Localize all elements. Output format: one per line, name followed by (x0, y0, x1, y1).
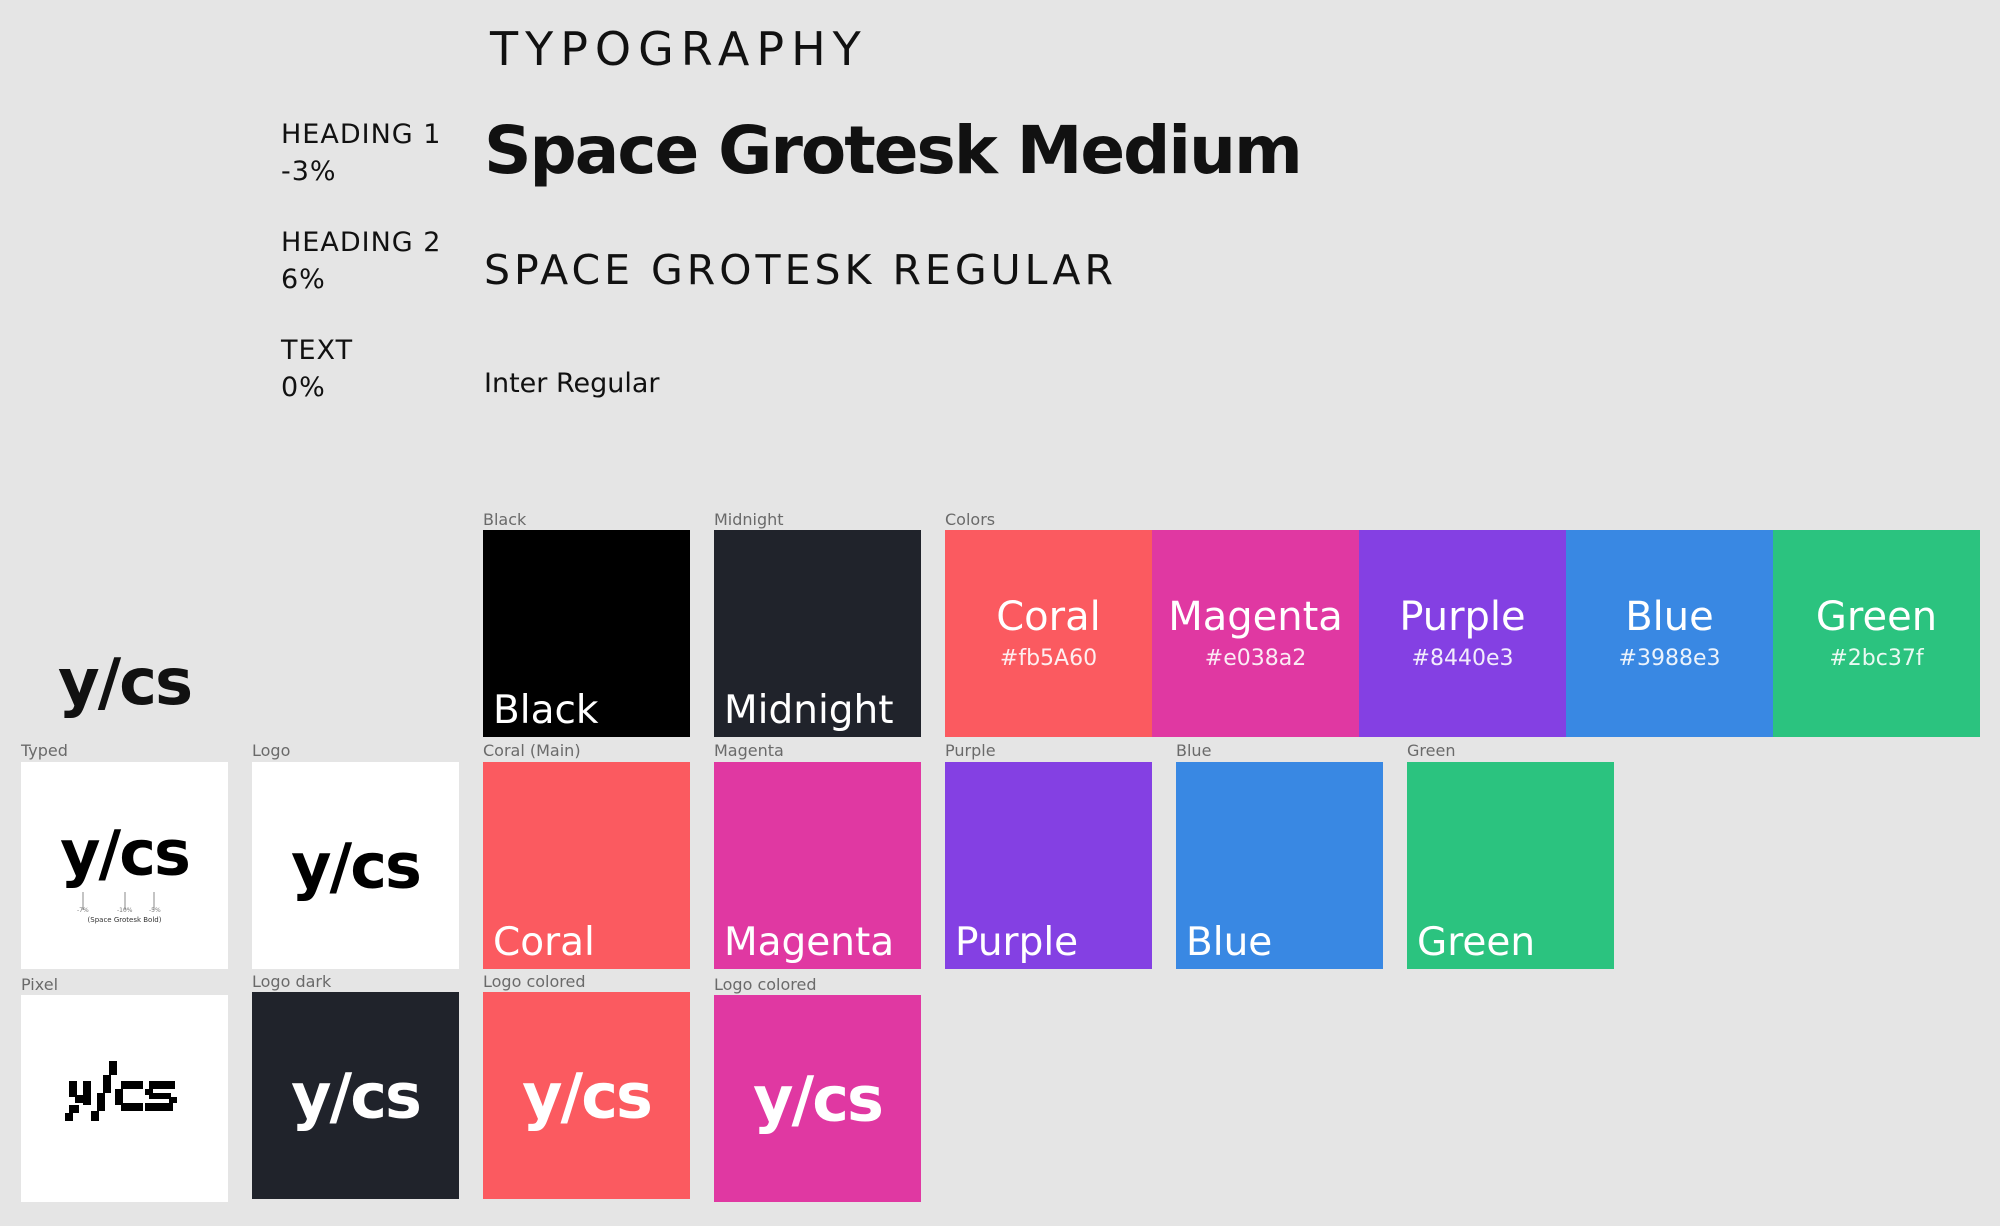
logo-colored-caption-2: Logo colored (714, 975, 817, 994)
logo-card: y/cs (252, 762, 459, 969)
heading-2-label: HEADING 2 6% (281, 227, 442, 295)
coral-caption: Coral (Main) (483, 741, 581, 760)
logo-dark-wordmark: y/cs (291, 1059, 422, 1132)
strip-blue: Blue #3988e3 (1566, 530, 1773, 737)
logo-colored-coral-wordmark: y/cs (522, 1059, 653, 1132)
coral-swatch: Coral (483, 762, 690, 969)
strip-magenta: Magenta #e038a2 (1152, 530, 1359, 737)
midnight-swatch: Midnight (714, 530, 921, 737)
black-swatch-label: Black (493, 688, 599, 733)
logo-colored-caption-1: Logo colored (483, 972, 586, 991)
logo-dark-card: y/cs (252, 992, 459, 1199)
typed-tick-3: -5% (149, 907, 161, 914)
strip-coral: Coral #fb5A60 (945, 530, 1152, 737)
logo-colored-coral-card: y/cs (483, 992, 690, 1199)
strip-green: Green #2bc37f (1773, 530, 1980, 737)
logo-wordmark: y/cs (291, 829, 422, 902)
text-sample: Inter Regular (484, 368, 660, 399)
strip-coral-hex: #fb5A60 (999, 646, 1098, 671)
green-caption: Green (1407, 741, 1456, 760)
logo-colored-magenta-wordmark: y/cs (753, 1062, 884, 1135)
typography-title: TYPOGRAPHY (490, 22, 868, 76)
logo-colored-magenta-card: y/cs (714, 995, 921, 1202)
magenta-caption: Magenta (714, 741, 784, 760)
purple-caption: Purple (945, 741, 996, 760)
strip-coral-name: Coral (996, 594, 1101, 640)
purple-swatch: Purple (945, 762, 1152, 969)
typed-caption: Typed (21, 741, 68, 760)
logo-caption: Logo (252, 741, 291, 760)
strip-magenta-hex: #e038a2 (1204, 646, 1307, 671)
typed-font-note: (Space Grotesk Bold) (87, 916, 162, 924)
typed-logo-card: y/cs -7% -10% -5% (Space Grotesk Bold) (21, 762, 228, 969)
blue-caption: Blue (1176, 741, 1212, 760)
strip-purple-hex: #8440e3 (1411, 646, 1514, 671)
heading-1-label: HEADING 1 -3% (281, 119, 442, 187)
midnight-swatch-label: Midnight (724, 688, 894, 733)
heading-2-sample: SPACE GROTESK REGULAR (484, 246, 1117, 294)
black-swatch: Black (483, 530, 690, 737)
text-label: TEXT 0% (281, 335, 354, 403)
pixel-logo-card (21, 995, 228, 1202)
typed-measure-lines (82, 892, 155, 910)
blue-swatch-label: Blue (1186, 920, 1273, 965)
blue-swatch: Blue (1176, 762, 1383, 969)
purple-swatch-label: Purple (955, 920, 1079, 965)
strip-blue-name: Blue (1625, 594, 1714, 640)
strip-green-name: Green (1815, 594, 1938, 640)
heading-1-sample: Space Grotesk Medium (484, 112, 1303, 189)
strip-purple: Purple #8440e3 (1359, 530, 1566, 737)
green-swatch-label: Green (1417, 920, 1536, 965)
strip-green-hex: #2bc37f (1829, 646, 1924, 671)
coral-swatch-label: Coral (493, 920, 595, 965)
magenta-swatch-label: Magenta (724, 920, 895, 965)
pixel-caption: Pixel (21, 975, 59, 994)
strip-blue-hex: #3988e3 (1618, 646, 1721, 671)
magenta-swatch: Magenta (714, 762, 921, 969)
midnight-caption: Midnight (714, 510, 784, 529)
typed-tick-1: -7% (77, 907, 89, 914)
typed-tick-2: -10% (117, 907, 133, 914)
colors-caption: Colors (945, 510, 996, 529)
green-swatch: Green (1407, 762, 1614, 969)
black-caption: Black (483, 510, 527, 529)
pixel-logo-mark (65, 1061, 177, 1121)
strip-purple-name: Purple (1399, 594, 1526, 640)
strip-magenta-name: Magenta (1168, 594, 1343, 640)
logo-dark-caption: Logo dark (252, 972, 332, 991)
wordmark: y/cs (58, 646, 193, 720)
